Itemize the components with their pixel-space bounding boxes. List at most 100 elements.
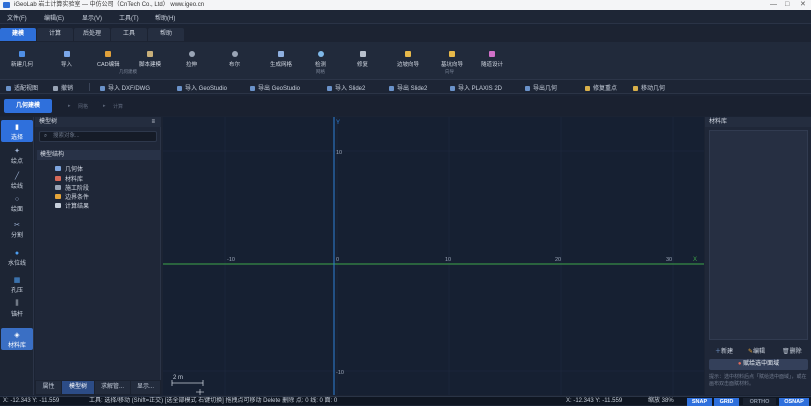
material-icon <box>55 176 61 181</box>
check-label: 检测 <box>315 62 327 68</box>
tree-item-stages[interactable]: 施工阶段 <box>55 183 89 192</box>
anchor-icon: ⫼ <box>15 300 19 307</box>
export-geometry-button[interactable]: 导出几何 <box>525 83 557 92</box>
tool-pore-pressure[interactable]: ▦ 孔压 <box>1 276 33 294</box>
pit-wizard-button[interactable]: 基坑向导 <box>441 51 463 68</box>
panel-menu-icon[interactable]: ≡ <box>151 117 155 127</box>
edit-material-button[interactable]: ✎编辑 <box>748 346 765 355</box>
menu-view[interactable]: 显示(V) <box>82 13 102 22</box>
menu-edit[interactable]: 编辑(E) <box>44 13 64 22</box>
generate-mesh-label: 生成网格 <box>270 62 293 68</box>
menu-tools[interactable]: 工具(T) <box>119 13 139 22</box>
status-bar: X: -12.343 Y: -11.559 工具: 选择/移动 (Shift=正… <box>0 396 811 406</box>
import-button[interactable]: 导入 <box>61 51 72 68</box>
menu-help[interactable]: 帮助(H) <box>155 13 175 22</box>
delete-material-button[interactable]: 🗑删除 <box>782 346 802 355</box>
pressure-icon: ▦ <box>13 277 21 284</box>
geometry-mode-button[interactable]: 几何建模 <box>4 99 52 113</box>
maximize-button[interactable]: □ <box>785 0 789 10</box>
minimize-button[interactable]: — <box>770 0 777 10</box>
check-button[interactable]: 检测 <box>315 51 326 68</box>
fit-view-icon <box>6 86 11 91</box>
tool-anchor[interactable]: ⫼ 锚杆 <box>1 300 33 318</box>
move-geometry-label: 移动几何 <box>641 86 666 92</box>
boolean-button[interactable]: 布尔 <box>229 51 240 68</box>
tool-split[interactable]: ✂ 分割 <box>1 221 33 239</box>
quick-toolbar: 适配视图 撤销 导入 DXF/DWG 导入 GeoStudio 导出 GeoSt… <box>0 80 811 94</box>
generate-mesh-button[interactable]: 生成网格 <box>270 51 292 68</box>
group-label-geometry: 几何建模 <box>119 69 137 74</box>
repair-button[interactable]: 修复 <box>357 51 368 68</box>
canvas-svg: -10 0 10 20 30 X Y 10 -10 2 m <box>163 117 704 395</box>
tree-item-geometry[interactable]: 几何体 <box>55 164 83 173</box>
tab-compute[interactable]: 计算 <box>37 28 73 41</box>
import-slide2-button[interactable]: 导入 Slide2 <box>327 83 365 92</box>
tool-select[interactable]: ▮ 选择 <box>1 120 33 142</box>
assign-icon: ● <box>737 361 742 367</box>
slope-wizard-label: 边坡向导 <box>397 62 420 68</box>
export-slide2-button[interactable]: 导出 Slide2 <box>389 83 427 92</box>
extrude-button[interactable]: 拉伸 <box>186 51 197 68</box>
new-material-button[interactable]: ＋新建 <box>715 346 733 355</box>
import-geostudio-button[interactable]: 导入 GeoStudio <box>177 83 227 92</box>
export-slide2-label: 导出 Slide2 <box>397 86 428 92</box>
drawing-canvas[interactable]: -10 0 10 20 30 X Y 10 -10 2 m <box>163 117 704 395</box>
scale-bar-label: 2 m <box>173 375 183 381</box>
script-modeling-button[interactable]: 脚本建模 <box>139 51 161 68</box>
fix-points-button[interactable]: 修复重点 <box>585 83 617 92</box>
import-plaxis-button[interactable]: 导入 PLAXIS 2D <box>450 83 502 92</box>
wrench-icon <box>359 51 366 57</box>
tool-material-library[interactable]: ◈ 材料库 <box>1 328 33 350</box>
import-geostudio-label: 导入 GeoStudio <box>185 86 228 92</box>
tree-item-materials[interactable]: 材料库 <box>55 174 83 183</box>
mode-mesh[interactable]: 网格 <box>78 103 88 110</box>
tool-point[interactable]: ✦ 绘点 <box>1 147 33 165</box>
tool-waterline[interactable]: ● 水位线 <box>1 250 33 267</box>
tab-modeling[interactable]: 建模 <box>0 28 36 41</box>
pencil-icon <box>105 51 112 57</box>
tab-postprocess[interactable]: 后处理 <box>74 28 110 41</box>
stage-icon <box>55 185 61 190</box>
assign-material-button[interactable]: ● 赋给选中面域 <box>709 359 808 370</box>
new-geometry-button[interactable]: 新建几何 <box>11 51 33 68</box>
tool-line[interactable]: ╱ 绘线 <box>1 172 33 190</box>
menu-file[interactable]: 文件(F) <box>7 13 27 22</box>
new-geometry-icon <box>19 51 25 57</box>
undo-label: 撤销 <box>61 86 74 92</box>
mesh-icon <box>278 51 284 57</box>
tunnel-design-button[interactable]: 隧道设计 <box>481 51 503 68</box>
search-input[interactable]: ⌕ 搜索对象... <box>39 131 157 142</box>
material-hint: 提示：选中材料后点「赋给选中面域」，或在画布双击面赋材料。 <box>709 374 807 387</box>
tab-properties[interactable]: 属性 <box>36 381 61 394</box>
tab-solver[interactable]: 求解管... <box>95 381 130 394</box>
close-button[interactable]: ✕ <box>800 0 806 10</box>
model-structure-header: 模型结构 <box>37 150 161 160</box>
mode-arrow-1: ▸ <box>68 103 71 109</box>
move-geometry-button[interactable]: 移动几何 <box>633 83 665 92</box>
tab-help[interactable]: 帮助 <box>148 28 184 41</box>
cad-edit-button[interactable]: CAD编辑 <box>97 51 120 68</box>
tab-display[interactable]: 显示... <box>131 381 160 394</box>
material-list[interactable] <box>709 130 808 340</box>
tool-face[interactable]: ○ 绘面 <box>1 196 33 213</box>
import-dxf-button[interactable]: 导入 DXF/DWG <box>100 83 150 92</box>
tree-item-results[interactable]: 计算结果 <box>55 201 89 210</box>
tree-item-boundary[interactable]: 边界条件 <box>55 192 89 201</box>
mode-compute[interactable]: 计算 <box>113 103 123 110</box>
import-slide2-label: 导入 Slide2 <box>335 86 366 92</box>
tab-model-tree[interactable]: 模型树 <box>62 381 94 394</box>
fix-points-label: 修复重点 <box>593 86 618 92</box>
import-geostudio-icon <box>177 86 182 91</box>
group-label-wizard: 向导 <box>445 69 454 74</box>
export-geostudio-label: 导出 GeoStudio <box>258 86 301 92</box>
tool-point-label: 绘点 <box>10 159 23 165</box>
x-tick-10: 10 <box>445 257 451 263</box>
tab-tools[interactable]: 工具 <box>111 28 147 41</box>
slope-wizard-button[interactable]: 边坡向导 <box>397 51 419 68</box>
export-slide2-icon <box>389 86 394 91</box>
undo-button[interactable]: 撤销 <box>53 83 73 92</box>
export-geostudio-button[interactable]: 导出 GeoStudio <box>250 83 300 92</box>
menu-bar: 文件(F) 编辑(E) 显示(V) 工具(T) 帮助(H) <box>0 10 811 24</box>
tool-anchor-label: 锚杆 <box>10 312 23 318</box>
fit-view-button[interactable]: 适配视图 <box>6 83 38 92</box>
